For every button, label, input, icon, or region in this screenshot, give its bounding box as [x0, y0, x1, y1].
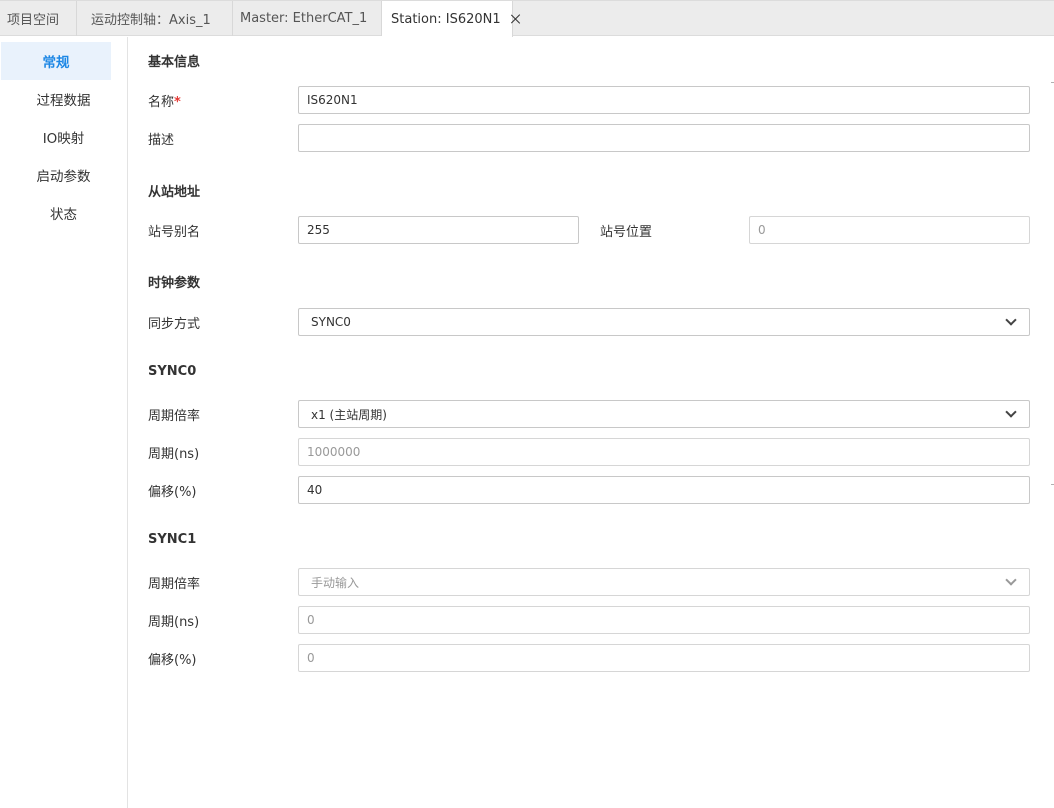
sidebar-item-status[interactable]: 状态 — [0, 194, 127, 232]
chevron-down-icon — [1005, 314, 1017, 326]
name-label-text: 名称 — [148, 95, 175, 110]
sync-mode-value: SYNC0 — [311, 315, 351, 329]
sync1-offset-label: 偏移(%) — [148, 653, 197, 668]
sync0-rate-value: x1 (主站周期) — [311, 407, 387, 422]
tab-project-space[interactable]: 项目空间 — [0, 1, 77, 36]
chevron-down-icon — [1005, 574, 1017, 586]
sync0-period-label: 周期(ns) — [148, 447, 200, 462]
sync1-period-input[interactable]: 0 — [298, 606, 1030, 634]
general-form: 基本信息 名称* IS620N1 描述 从站地址 站号别名 255 站号位置 0… — [128, 37, 1054, 808]
tab-axis[interactable]: 运动控制轴：Axis_1 — [77, 1, 233, 36]
section-title-address: 从站地址 — [148, 185, 201, 200]
section-title-sync1: SYNC1 — [148, 532, 197, 547]
description-label: 描述 — [148, 133, 175, 148]
sync0-rate-label: 周期倍率 — [148, 409, 201, 424]
sync1-offset-input[interactable]: 0 — [298, 644, 1030, 672]
sidebar-item-label: IO映射 — [42, 131, 85, 147]
sidebar-item-label: 启动参数 — [36, 169, 91, 185]
sidebar-item-general[interactable]: 常规 — [1, 42, 111, 80]
section-title-sync0: SYNC0 — [148, 364, 197, 379]
sync0-rate-select[interactable]: x1 (主站周期) — [298, 400, 1030, 428]
tab-label: Station: IS620N1 — [391, 11, 501, 27]
tab-label: 项目空间 — [7, 13, 60, 28]
tab-station[interactable]: Station: IS620N1 — [382, 1, 513, 37]
station-alias-input[interactable]: 255 — [298, 216, 579, 244]
tab-label: Master: EtherCAT_1 — [240, 11, 368, 26]
name-label: 名称* — [148, 91, 181, 110]
tab-master[interactable]: Master: EtherCAT_1 — [233, 1, 382, 36]
sync0-period-input[interactable]: 1000000 — [298, 438, 1030, 466]
tab-bar: 项目空间 运动控制轴：Axis_1 Master: EtherCAT_1 Sta… — [0, 0, 1054, 37]
sidebar-item-startup-params[interactable]: 启动参数 — [0, 156, 127, 194]
sync1-rate-label: 周期倍率 — [148, 577, 201, 592]
sync1-rate-select[interactable]: 手动输入 — [298, 568, 1030, 596]
sync1-period-label: 周期(ns) — [148, 615, 200, 630]
required-mark: * — [174, 95, 181, 110]
station-alias-label: 站号别名 — [148, 225, 201, 240]
station-position-input[interactable]: 0 — [749, 216, 1030, 244]
description-input[interactable] — [298, 124, 1030, 152]
sync-mode-label: 同步方式 — [148, 317, 201, 332]
section-title-basic: 基本信息 — [148, 55, 201, 70]
sidebar: 常规 过程数据 IO映射 启动参数 状态 — [0, 37, 128, 808]
sidebar-item-process-data[interactable]: 过程数据 — [0, 80, 127, 118]
tab-label: 运动控制轴：Axis_1 — [91, 13, 211, 28]
sync0-offset-label: 偏移(%) — [148, 485, 197, 500]
name-input[interactable]: IS620N1 — [298, 86, 1030, 114]
sync-mode-select[interactable]: SYNC0 — [298, 308, 1030, 336]
sidebar-item-io-mapping[interactable]: IO映射 — [0, 118, 127, 156]
station-position-label: 站号位置 — [600, 225, 653, 240]
section-title-clock: 时钟参数 — [148, 276, 201, 291]
sidebar-item-label: 常规 — [42, 55, 70, 71]
chevron-down-icon — [1005, 406, 1017, 418]
sidebar-item-label: 过程数据 — [36, 93, 91, 109]
sidebar-item-label: 状态 — [50, 207, 77, 223]
sync0-offset-input[interactable]: 40 — [298, 476, 1030, 504]
sync1-rate-value: 手动输入 — [311, 575, 360, 590]
